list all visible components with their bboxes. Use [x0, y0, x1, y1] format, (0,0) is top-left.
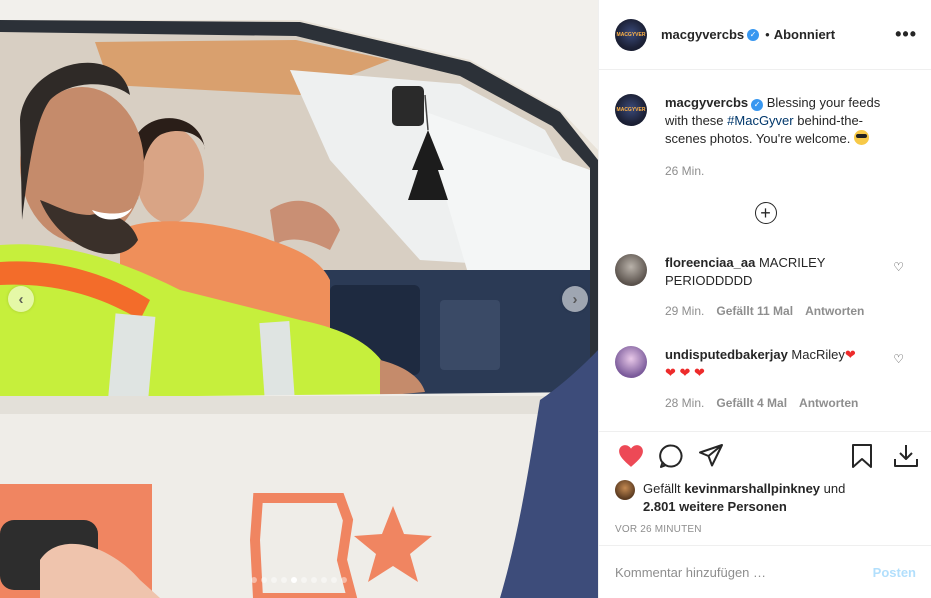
other-likers-link[interactable]: 2.801 weitere Personen — [643, 499, 787, 514]
header-separator: • — [765, 27, 770, 42]
likes-prefix: Gefällt — [643, 481, 685, 496]
caption-body: macgyvercbs ✓ Blessing your feeds with th… — [665, 94, 885, 180]
like-heart-icon[interactable] — [611, 436, 651, 476]
comment-body: undisputedbakerjay MacRiley❤ ❤ ❤ ❤ 28 Mi… — [665, 346, 885, 412]
comment-body: floreenciaa_aa MACRILEY PERIODDDDD 29 Mi… — [665, 254, 885, 320]
sunglasses-emoji-icon — [853, 130, 869, 145]
comment-meta: 28 Min. Gefällt 4 Mal Antworten — [665, 394, 885, 412]
comment-item: floreenciaa_aa MACRILEY PERIODDDDD 29 Mi… — [599, 254, 931, 320]
likes-text: Gefällt kevinmarshallpinkney und 2.801 w… — [643, 480, 845, 516]
comment-like-heart-icon[interactable]: ♡ — [893, 260, 904, 274]
comment-input[interactable] — [615, 564, 873, 580]
caption: MACGYVER macgyvercbs ✓ Blessing your feed… — [599, 94, 931, 180]
heart-emoji-line: ❤ ❤ ❤ — [665, 365, 705, 380]
avatar-text: MACGYVER — [616, 31, 646, 38]
liker-username[interactable]: kevinmarshallpinkney — [684, 481, 820, 496]
likes-summary: Gefällt kevinmarshallpinkney und 2.801 w… — [599, 480, 931, 516]
comment-time[interactable]: 28 Min. — [665, 394, 704, 412]
action-icons — [599, 432, 931, 480]
comment-text: MacRiley — [787, 347, 845, 362]
comment-time[interactable]: 29 Min. — [665, 302, 704, 320]
carousel-dot — [281, 577, 287, 583]
heart-emoji-icon: ❤ — [844, 347, 856, 362]
carousel-dot — [311, 577, 317, 583]
share-paper-plane-icon[interactable] — [691, 436, 731, 476]
author-username[interactable]: macgyvercbs — [661, 27, 744, 42]
following-button[interactable]: Abonniert — [774, 27, 835, 42]
carousel-dot — [251, 577, 257, 583]
post-header: MACGYVER macgyvercbs ✓ • Abonniert ••• — [599, 0, 931, 70]
instagram-post-modal: ‹ › MACGYVER macgyvercbs ✓ • Abonniert •… — [0, 0, 931, 598]
load-more-comments-icon[interactable]: + — [754, 202, 777, 224]
caption-meta: 26 Min. — [665, 162, 885, 180]
verified-badge-icon: ✓ — [751, 99, 764, 111]
carousel-dot — [341, 577, 347, 583]
comment-likes[interactable]: Gefällt 4 Mal — [716, 394, 787, 412]
caption-time[interactable]: 26 Min. — [665, 162, 704, 180]
comment-bubble-icon[interactable] — [651, 436, 691, 476]
reply-button[interactable]: Antworten — [799, 394, 858, 412]
add-comment-bar: Posten — [599, 545, 931, 598]
post-comment-button[interactable]: Posten — [873, 565, 916, 580]
comment-username[interactable]: floreenciaa_aa — [665, 255, 755, 270]
carousel-dot — [301, 577, 307, 583]
carousel-next-button[interactable]: › — [562, 286, 588, 312]
liker-avatar[interactable] — [615, 480, 635, 500]
post-timestamp[interactable]: VOR 26 MINUTEN — [599, 524, 931, 535]
caption-avatar[interactable]: MACGYVER — [615, 94, 647, 126]
comment-like-heart-icon[interactable]: ♡ — [893, 352, 904, 366]
avatar-text: MACGYVER — [616, 107, 646, 113]
carousel-dot — [331, 577, 337, 583]
author-avatar[interactable]: MACGYVER — [615, 18, 647, 51]
load-more-wrapper: + — [599, 202, 931, 224]
comment-meta: 29 Min. Gefällt 11 Mal Antworten — [665, 302, 885, 320]
post-photo[interactable]: ‹ › — [0, 0, 598, 598]
post-actions: Gefällt kevinmarshallpinkney und 2.801 w… — [599, 431, 931, 535]
car-photo-illustration — [0, 0, 598, 598]
carousel-dot — [271, 577, 277, 583]
carousel-dot — [261, 577, 267, 583]
comments-list[interactable]: MACGYVER macgyvercbs ✓ Blessing your feed… — [599, 71, 931, 431]
hashtag-link[interactable]: #MacGyver — [727, 113, 793, 128]
commenter-avatar[interactable] — [615, 346, 647, 378]
commenter-avatar[interactable] — [615, 254, 647, 286]
comment-username[interactable]: undisputedbakerjay — [665, 347, 788, 362]
comment-item: undisputedbakerjay MacRiley❤ ❤ ❤ ❤ 28 Mi… — [599, 346, 931, 412]
save-bookmark-icon[interactable] — [842, 436, 882, 476]
carousel-dots — [0, 577, 598, 583]
carousel-prev-button[interactable]: ‹ — [8, 286, 34, 312]
caption-username[interactable]: macgyvercbs — [665, 95, 748, 110]
likes-middle: und — [820, 481, 846, 496]
verified-badge-icon: ✓ — [747, 28, 760, 41]
download-icon[interactable] — [886, 436, 926, 476]
carousel-dot — [291, 577, 297, 583]
carousel-dot — [321, 577, 327, 583]
more-options-icon[interactable]: ••• — [895, 24, 917, 45]
reply-button[interactable]: Antworten — [805, 302, 864, 320]
comment-likes[interactable]: Gefällt 11 Mal — [716, 302, 793, 320]
post-side-panel: MACGYVER macgyvercbs ✓ • Abonniert ••• M… — [598, 0, 931, 598]
